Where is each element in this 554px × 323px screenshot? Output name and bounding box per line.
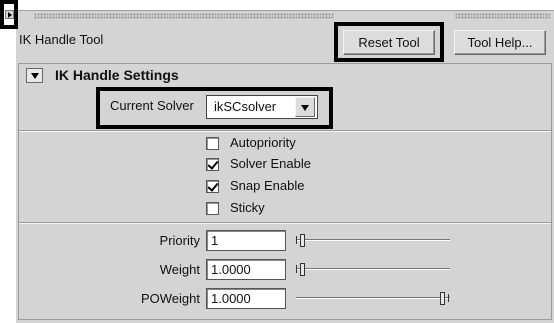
slider-thumb[interactable] [300,234,305,247]
autopriority-checkbox[interactable] [206,137,219,150]
snap-enable-label: Snap Enable [230,178,305,193]
section-title: IK Handle Settings [55,67,179,83]
panel-grip-left [34,13,334,19]
triangle-right-icon[interactable] [5,10,14,19]
snap-enable-checkbox[interactable] [206,180,219,193]
separator [19,130,551,132]
slider-thumb[interactable] [300,263,305,276]
tool-title: IK Handle Tool [19,32,104,47]
slider-track [296,268,450,270]
autopriority-label: Autopriority [230,135,296,150]
sticky-label: Sticky [230,200,265,215]
panel-grip-right [455,13,550,19]
poweight-field[interactable]: 1.0000 [206,288,286,309]
dropdown-arrow-icon[interactable] [295,97,315,117]
slider-thumb[interactable] [440,292,445,305]
current-solver-value: ikSCsolver [214,99,277,114]
solver-enable-checkbox[interactable] [206,158,219,171]
solver-enable-label: Solver Enable [230,156,311,171]
slider-track [296,297,450,299]
slider-track [296,239,450,241]
slider-tick [296,236,297,244]
weight-field[interactable]: 1.0000 [206,259,286,280]
poweight-label: POWeight [140,291,200,306]
weight-slider[interactable] [296,261,450,279]
priority-slider[interactable] [296,232,450,250]
priority-label: Priority [159,233,200,248]
priority-field[interactable]: 1 [206,230,286,251]
slider-tick [296,265,297,273]
slider-tick [448,294,449,302]
reset-tool-button[interactable]: Reset Tool [343,30,435,55]
separator [19,222,551,224]
sticky-checkbox[interactable] [206,202,219,215]
triangle-down-icon[interactable] [26,68,43,83]
weight-label: Weight [159,262,200,277]
tool-help-button[interactable]: Tool Help... [454,30,546,55]
current-solver-label: Current Solver [110,98,194,113]
poweight-slider[interactable] [296,290,450,308]
